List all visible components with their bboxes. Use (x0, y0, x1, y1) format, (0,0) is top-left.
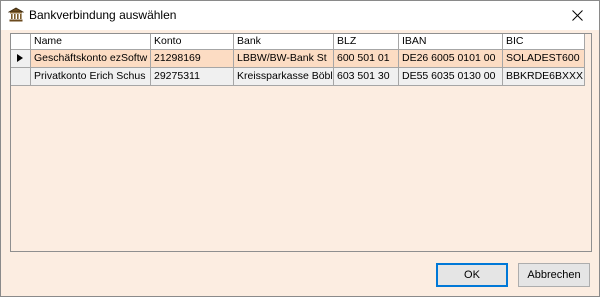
column-header-konto[interactable]: Konto (151, 34, 234, 50)
cell-name[interactable]: Geschäftskonto ezSoftw (31, 50, 151, 68)
cell-bic[interactable]: SOLADEST600 (503, 50, 585, 68)
close-button[interactable] (555, 1, 599, 30)
bank-account-grid[interactable]: Name Konto Bank BLZ IBAN BIC Geschäftsko… (10, 33, 592, 252)
window-title: Bankverbindung auswählen (29, 8, 177, 22)
bank-icon (7, 7, 25, 23)
column-header-blz[interactable]: BLZ (334, 34, 399, 50)
close-icon (571, 10, 583, 21)
cell-iban[interactable]: DE55 6035 0130 00 (399, 68, 503, 86)
cell-bank[interactable]: LBBW/BW-Bank St (234, 50, 334, 68)
column-header-name[interactable]: Name (31, 34, 151, 50)
cell-konto[interactable]: 21298169 (151, 50, 234, 68)
column-header-bank[interactable]: Bank (234, 34, 334, 50)
header-corner (11, 34, 31, 50)
current-row-arrow-icon (17, 54, 23, 62)
title-bar[interactable]: Bankverbindung auswählen (1, 1, 599, 30)
row-indicator[interactable] (11, 68, 31, 86)
cell-name[interactable]: Privatkonto Erich Schus (31, 68, 151, 86)
column-header-iban[interactable]: IBAN (399, 34, 503, 50)
dialog-window: Bankverbindung auswählen Name Konto Bank… (0, 0, 600, 297)
cell-blz[interactable]: 600 501 01 (334, 50, 399, 68)
cell-iban[interactable]: DE26 6005 0101 00 (399, 50, 503, 68)
cell-blz[interactable]: 603 501 30 (334, 68, 399, 86)
cell-bic[interactable]: BBKRDE6BXXX (503, 68, 585, 86)
ok-button[interactable]: OK (436, 263, 508, 287)
cell-konto[interactable]: 29275311 (151, 68, 234, 86)
cancel-button[interactable]: Abbrechen (518, 263, 590, 287)
cell-bank[interactable]: Kreissparkasse Böbl (234, 68, 334, 86)
column-header-bic[interactable]: BIC (503, 34, 585, 50)
row-indicator[interactable] (11, 50, 31, 68)
